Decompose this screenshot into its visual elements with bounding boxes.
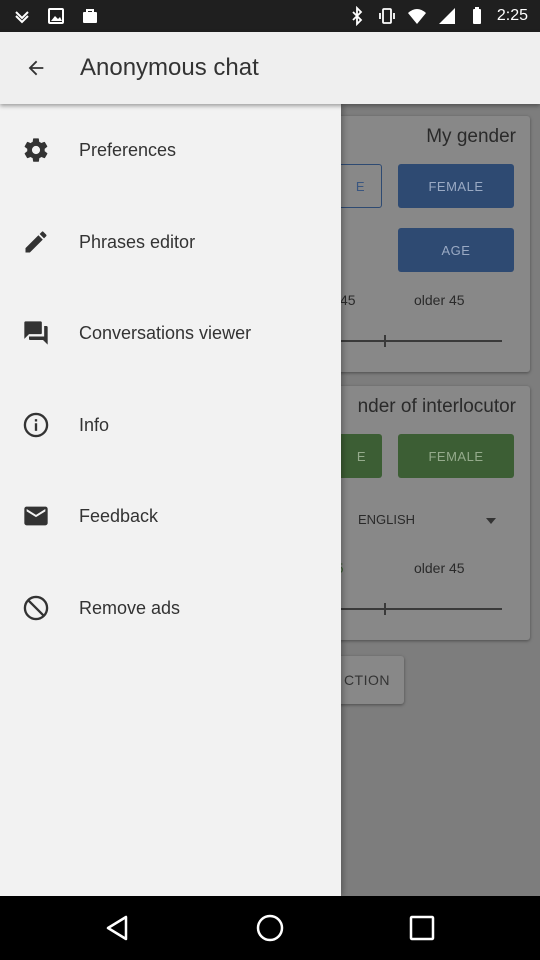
menu-item-label: Remove ads <box>79 597 181 618</box>
app-bar: Anonymous chat <box>0 32 540 104</box>
menu-item-phrases-editor[interactable]: Phrases editor <box>0 206 341 278</box>
age-right-label: older 45 <box>414 292 465 308</box>
back-button[interactable] <box>16 48 56 88</box>
menu-item-feedback[interactable]: Feedback <box>0 480 341 552</box>
home-circle-icon[interactable] <box>254 912 286 944</box>
wifi-icon <box>407 9 426 24</box>
interlocutor-age-slider[interactable] <box>330 608 502 610</box>
menu-item-label: Info <box>79 414 110 435</box>
female-button[interactable]: FEMALE <box>398 164 514 208</box>
status-bar: 2:25 <box>0 0 540 32</box>
interlocutor-age-right-label: older 45 <box>414 560 465 576</box>
age-slider[interactable] <box>330 340 502 342</box>
menu-item-conversations-viewer[interactable]: Conversations viewer <box>0 297 341 369</box>
menu-item-label: Conversations viewer <box>79 322 252 343</box>
battery-icon <box>472 7 481 24</box>
block-icon <box>23 595 49 621</box>
interlocutor-card: nder of interlocutor E FEMALE ENGLISH 45… <box>320 386 530 640</box>
interlocutor-female-button[interactable]: FEMALE <box>398 434 514 478</box>
status-time: 2:25 <box>496 7 528 24</box>
notification-icon <box>15 11 29 24</box>
back-triangle-icon[interactable] <box>102 912 134 944</box>
info-icon <box>23 412 49 438</box>
language-select[interactable]: ENGLISH <box>358 512 415 527</box>
dropdown-caret-icon <box>486 518 496 524</box>
interlocutor-age-slider-thumb[interactable] <box>384 603 386 615</box>
menu-item-info[interactable]: Info <box>0 389 341 461</box>
navigation-drawer: Preferences Phrases editor Conversations… <box>0 104 341 896</box>
signal-icon <box>438 8 455 24</box>
pencil-icon <box>25 231 47 253</box>
gear-icon <box>24 138 48 162</box>
recents-square-icon[interactable] <box>406 912 438 944</box>
arrow-back-icon <box>28 60 44 76</box>
app-title: Anonymous chat <box>80 54 259 81</box>
menu-item-remove-ads[interactable]: Remove ads <box>0 572 341 644</box>
system-nav-bar <box>0 896 540 960</box>
age-button[interactable]: AGE <box>398 228 514 272</box>
age-slider-thumb[interactable] <box>384 335 386 347</box>
menu-item-preferences[interactable]: Preferences <box>0 114 341 186</box>
my-gender-title: My gender <box>426 126 516 147</box>
menu-item-label: Feedback <box>79 505 159 526</box>
menu-item-label: Preferences <box>79 139 177 160</box>
bag-icon <box>83 9 97 23</box>
my-gender-card: My gender E FEMALE AGE 45 older 45 <box>320 116 530 372</box>
mail-icon <box>24 506 48 526</box>
vibrate-icon <box>378 8 395 24</box>
age-left-label: 45 <box>340 292 356 308</box>
photo-icon <box>48 8 64 24</box>
forum-icon <box>24 321 48 345</box>
interlocutor-title: nder of interlocutor <box>357 396 516 417</box>
bluetooth-icon <box>352 6 363 26</box>
menu-item-label: Phrases editor <box>79 231 196 252</box>
